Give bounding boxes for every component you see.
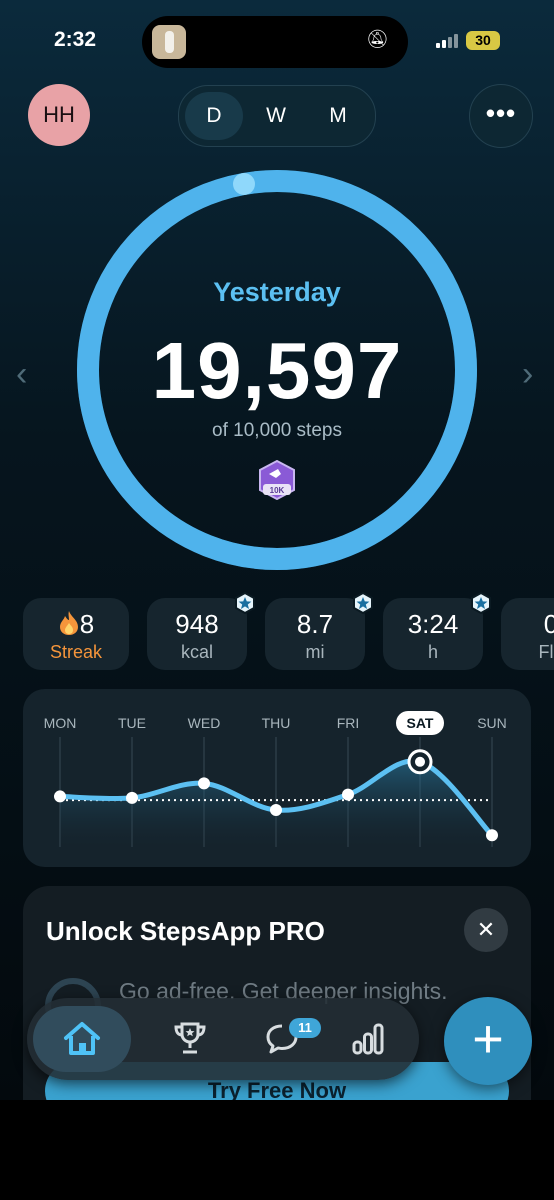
streak-value: 8 [79,609,95,639]
mute-bell-icon: 🔕︎ [366,29,389,49]
calories-stat[interactable]: 948 kcal [147,592,255,670]
data-point-tue [126,791,138,804]
bottom-black-bar [51,1100,502,1170]
data-point-sat [415,756,425,767]
star-badge-icon [353,592,373,614]
data-point-thu [270,804,282,817]
badge-label: 10K [270,486,285,495]
weekly-steps-chart[interactable]: MON TUE WED THU FRI SAT SUN [23,689,531,867]
day-label-thu: THU [262,715,291,731]
day-label-tue: TUE [118,715,146,731]
cell-signal-icon [436,34,462,48]
step-count: 19,597 [151,326,403,415]
duration-label: h [427,642,438,662]
data-point-fri [342,788,354,801]
dynamic-island: 🔕︎ [142,16,408,68]
period-month-button[interactable]: M [309,92,367,140]
distance-label: mi [305,642,325,662]
distance-stat[interactable]: 8.7 mi [265,592,373,670]
battery-icon: 30 [466,31,500,50]
day-label-sun: SUN [477,715,507,731]
flame-icon [59,611,78,635]
ring-day-label: Yesterday [213,277,341,307]
data-point-mon [54,790,66,803]
notification-badge: 11 [289,1018,321,1038]
add-button[interactable]: + [444,997,532,1085]
step-goal-text: of 10,000 steps [212,420,342,441]
data-point-sun [486,829,498,842]
steps-ring-card: ‹ › Yesterday 19,597 of 10,000 steps 10K [0,165,554,575]
10k-achievement-badge-icon[interactable]: 10K [258,460,296,500]
day-label-wed: WED [188,715,221,731]
app-screen: 2:32 🔕︎ 30 HH D W M ••• ‹ › Yesterday 19… [0,0,554,1100]
distance-value: 8.7 [296,609,334,639]
tab-stats[interactable] [323,1006,413,1072]
weekly-chart-svg: MON TUE WED THU FRI SAT SUN [44,711,507,847]
bar-chart-icon [352,1023,384,1055]
floors-stat[interactable]: 0 Flo [501,598,554,670]
close-icon[interactable]: ✕ [464,908,508,952]
day-label-sat: SAT [407,715,434,731]
streak-stat[interactable]: 8 Streak [23,598,129,670]
data-point-wed [198,777,210,790]
calories-value: 948 [175,609,219,639]
now-playing-thumbnail [152,25,186,59]
streak-label: Streak [49,642,103,662]
floors-value: 0 [543,609,554,639]
trophy-icon [174,1022,206,1054]
period-week-button[interactable]: W [247,92,305,140]
star-badge-icon [471,592,491,614]
duration-value: 3:24 [407,609,459,639]
more-options-button[interactable]: ••• [469,84,533,148]
status-time: 2:32 [54,28,97,51]
tab-social[interactable]: 11 [237,1006,327,1072]
tab-achievements[interactable] [145,1006,235,1072]
promo-title: Unlock StepsApp PRO [46,916,325,946]
duration-stat[interactable]: 3:24 h [383,592,491,670]
avatar[interactable]: HH [28,84,90,146]
calories-label: kcal [180,642,213,662]
streak-value-row: 8 [23,609,129,640]
home-icon [64,1022,100,1055]
tab-bar: 11 [27,998,419,1080]
day-label-fri: FRI [337,715,360,731]
tab-home[interactable] [33,1006,131,1072]
period-day-button[interactable]: D [185,92,243,140]
floors-label: Flo [538,642,554,662]
day-label-mon: MON [44,715,77,731]
star-badge-icon [235,592,255,614]
period-selector: D W M [178,85,376,147]
